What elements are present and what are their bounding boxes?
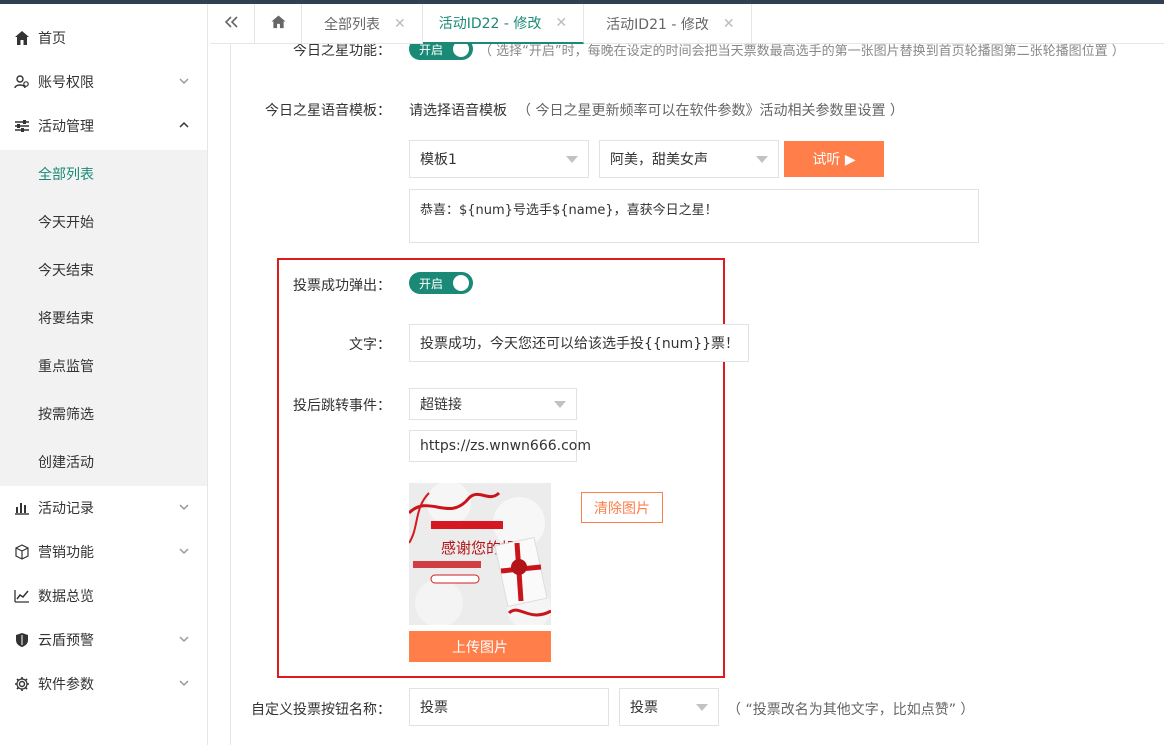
jump-label: 投后跳转事件： — [293, 398, 391, 414]
cube-icon — [12, 542, 32, 562]
sidebar-item-label: 账号权限 — [38, 75, 94, 91]
text-label: 文字： — [349, 337, 391, 353]
preview-image: 感谢您的投票 — [409, 483, 551, 625]
home-icon — [12, 28, 32, 48]
custom-button-hint: （ “投票改名为其他文字，比如点赞” ） — [727, 702, 975, 718]
sidebar-item-activity-management[interactable]: 活动管理 — [0, 104, 207, 148]
star-function-toggle[interactable]: 开启 — [409, 44, 473, 60]
star-function-hint: （ 选择“开启”时，每晚在设定的时间会把当天票数最高选手的第一张图片替换到首页轮… — [479, 44, 1125, 59]
submenu-item-start-today[interactable]: 今天开始 — [0, 198, 207, 246]
submenu-item-filter[interactable]: 按需筛选 — [0, 390, 207, 438]
popup-label: 投票成功弹出： — [293, 278, 391, 294]
sidebar-item-label: 营销功能 — [38, 545, 94, 561]
custom-button-select[interactable]: 投票 — [619, 688, 719, 726]
sidebar: 首页 账号权限 活动管理 全部列表 今天开始 今天结束 将要结束 重点监管 按需… — [0, 4, 208, 745]
tab-all-list[interactable]: 全部列表 ✕ — [302, 4, 423, 44]
jump-url-input[interactable]: https://zs.wnwn666.com — [409, 430, 591, 462]
submenu-item-all-list[interactable]: 全部列表 — [0, 150, 207, 198]
submenu-item-end-today[interactable]: 今天结束 — [0, 246, 207, 294]
chevron-down-icon — [179, 76, 207, 89]
voice-template-label: 今日之星语音模板： — [265, 103, 391, 119]
jump-select[interactable]: 超链接 — [409, 388, 577, 420]
chevron-down-icon — [179, 502, 207, 515]
tab-activity-22-edit[interactable]: 活动ID22 - 修改 ✕ — [422, 4, 585, 44]
caret-down-icon — [756, 156, 768, 163]
sidebar-item-label: 活动管理 — [38, 119, 94, 135]
main-content: 今日之星功能： 开启 （ 选择“开启”时，每晚在设定的时间会把当天票数最高选手的… — [230, 44, 1164, 745]
caret-down-icon — [696, 704, 708, 711]
sidebar-item-label: 云盾预警 — [38, 633, 94, 649]
custom-button-input[interactable]: 投票 — [409, 688, 609, 726]
listen-button[interactable]: 试听 ▶ — [784, 141, 884, 177]
sidebar-item-marketing[interactable]: 营销功能 — [0, 530, 207, 574]
home-icon — [271, 15, 286, 33]
close-icon[interactable]: ✕ — [723, 16, 735, 32]
upload-image-button[interactable]: 上传图片 — [409, 631, 551, 662]
tab-bar: 全部列表 ✕ 活动ID22 - 修改 ✕ 活动ID21 - 修改 ✕ — [210, 4, 1164, 44]
star-message-textarea[interactable]: 恭喜：${num}号选手${name}，喜获今日之星！ — [409, 189, 979, 243]
caret-down-icon — [554, 401, 566, 408]
sidebar-item-label: 数据总览 — [38, 589, 94, 605]
sidebar-item-label: 软件参数 — [38, 677, 94, 693]
tab-label: 全部列表 — [324, 17, 380, 33]
success-text-input[interactable]: 投票成功，今天您还可以给该选手投{{num}}票！ — [409, 324, 749, 362]
line-chart-icon — [12, 586, 32, 606]
sidebar-item-home[interactable]: 首页 — [0, 16, 207, 60]
submenu-item-create-activity[interactable]: 创建活动 — [0, 438, 207, 486]
sidebar-item-label: 活动记录 — [38, 501, 94, 517]
sliders-icon — [12, 116, 32, 136]
voice-select[interactable]: 阿美，甜美女声 — [599, 140, 779, 178]
chevron-down-icon — [179, 634, 207, 647]
sidebar-item-cloud-shield[interactable]: 云盾预警 — [0, 618, 207, 662]
chevron-up-icon — [179, 120, 207, 133]
caret-down-icon — [566, 156, 578, 163]
double-chevron-left-icon — [224, 16, 239, 32]
activity-submenu: 全部列表 今天开始 今天结束 将要结束 重点监管 按需筛选 创建活动 — [0, 150, 207, 486]
tab-home[interactable] — [255, 4, 302, 44]
voice-template-hint: （ 今日之星更新频率可以在软件参数》活动相关参数里设置 ） — [517, 103, 904, 119]
chevron-down-icon — [179, 546, 207, 559]
sidebar-item-data-overview[interactable]: 数据总览 — [0, 574, 207, 618]
tab-label: 活动ID21 - 修改 — [606, 17, 709, 33]
sidebar-item-label: 首页 — [38, 31, 66, 47]
shield-icon — [12, 630, 32, 650]
chevron-down-icon — [179, 678, 207, 691]
template-select[interactable]: 模板1 — [409, 140, 589, 178]
close-icon[interactable]: ✕ — [555, 15, 567, 31]
star-function-label: 今日之星功能： — [293, 44, 391, 59]
collapse-button[interactable] — [210, 4, 255, 44]
custom-button-label: 自定义投票按钮名称： — [251, 702, 391, 718]
users-icon — [12, 72, 32, 92]
sidebar-item-software-params[interactable]: 软件参数 — [0, 662, 207, 706]
voice-template-text: 请选择语音模板 — [409, 103, 507, 119]
submenu-item-key-supervision[interactable]: 重点监管 — [0, 342, 207, 390]
submenu-item-ending-soon[interactable]: 将要结束 — [0, 294, 207, 342]
sidebar-item-activity-records[interactable]: 活动记录 — [0, 486, 207, 530]
tab-activity-21-edit[interactable]: 活动ID21 - 修改 ✕ — [584, 4, 752, 44]
clear-image-button[interactable]: 清除图片 — [581, 492, 663, 523]
gear-icon — [12, 674, 32, 694]
popup-toggle[interactable]: 开启 — [409, 272, 473, 294]
sidebar-item-account[interactable]: 账号权限 — [0, 60, 207, 104]
bar-chart-icon — [12, 498, 32, 518]
tab-label: 活动ID22 - 修改 — [438, 16, 542, 32]
close-icon[interactable]: ✕ — [394, 16, 406, 32]
